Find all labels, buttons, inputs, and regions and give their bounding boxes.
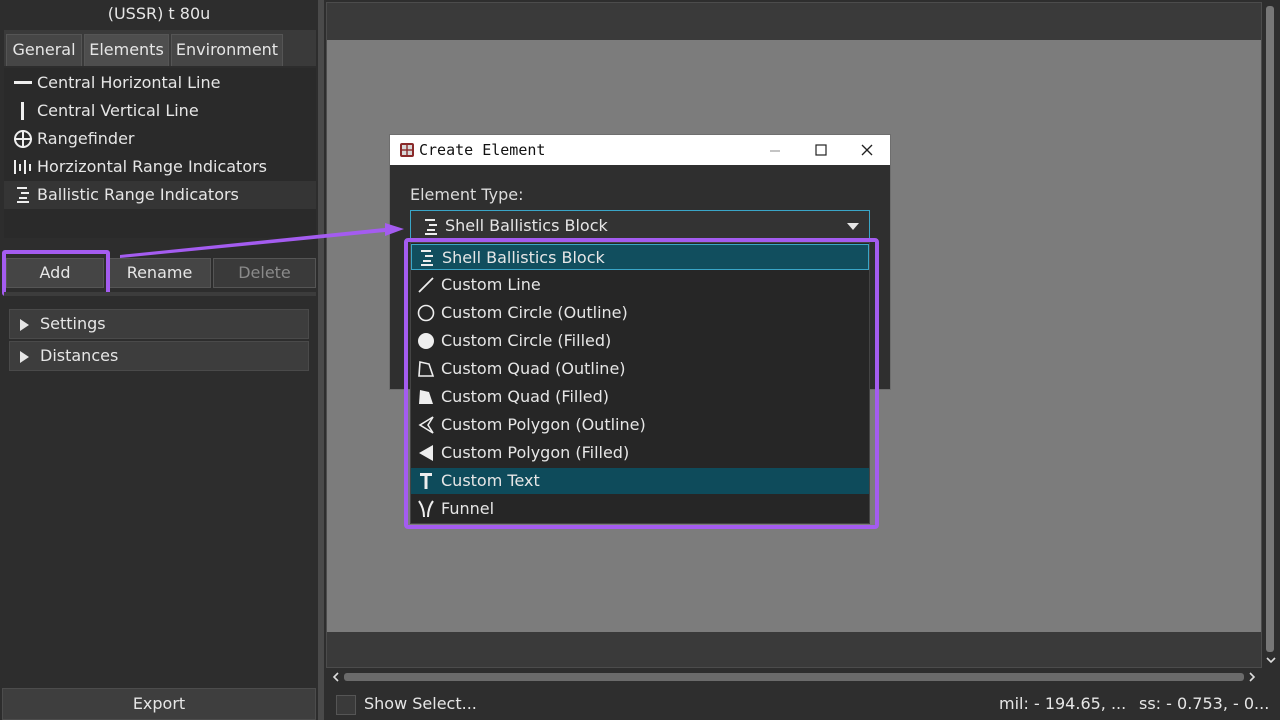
settings-section[interactable]: Settings [9,309,309,339]
horizontal-line-icon [14,81,32,84]
element-item-label: Rangefinder [37,129,135,148]
element-item-label: Central Vertical Line [37,101,199,120]
tab-bar: General Elements Environment [4,30,316,66]
divider [4,292,316,296]
expand-triangle-icon [20,351,29,363]
element-type-value: Shell Ballistics Block [445,216,608,235]
scroll-right-icon[interactable] [1246,671,1258,683]
tab-environment[interactable]: Environment [171,34,283,66]
element-item-horizontal-range-indicators[interactable]: Horzizontal Range Indicators [4,153,316,181]
ballistic-block-icon [425,219,437,235]
delete-button[interactable]: Delete [213,258,316,288]
minimize-icon[interactable] [767,142,783,158]
show-select-label: Show Select... [364,694,477,713]
element-type-label: Element Type: [410,185,524,204]
dropdown-highlight [404,238,879,529]
left-panel: (USSR) t 80u General Elements Environmen… [0,0,318,720]
tab-elements[interactable]: Elements [84,34,169,66]
vertical-scrollbar[interactable] [1262,2,1280,668]
ballistic-block-icon [17,187,29,203]
element-item-label: Ballistic Range Indicators [37,185,239,204]
add-button-highlight [2,250,110,296]
app-icon [400,143,414,157]
status-bar: Show Select... mil: - 194.65, ... ss: - … [324,688,1280,720]
scroll-left-icon[interactable] [330,671,342,683]
scroll-down-icon[interactable] [1265,654,1277,666]
range-ticks-icon [14,160,31,174]
expand-triangle-icon [20,319,29,331]
show-select-checkbox[interactable] [336,695,356,715]
ss-readout: ss: - 0.753, - 0... [1139,694,1270,713]
close-icon[interactable] [859,142,875,158]
dialog-titlebar[interactable]: Create Element [390,135,890,165]
scrollbar-thumb[interactable] [344,673,1244,681]
maximize-icon[interactable] [813,142,829,158]
scrollbar-thumb[interactable] [1266,6,1274,652]
distances-section[interactable]: Distances [9,341,309,371]
chevron-down-icon[interactable] [847,223,859,230]
horizontal-scrollbar[interactable] [326,668,1262,686]
crosshair-circle-icon [14,130,32,148]
mil-readout: mil: - 194.65, ... [999,694,1127,713]
element-item-label: Central Horizontal Line [37,73,221,92]
element-list: Central Horizontal Line Central Vertical… [4,68,316,238]
vertical-line-icon [21,102,24,120]
section-label: Settings [40,314,106,333]
element-item-label: Horzizontal Range Indicators [37,157,268,176]
dialog-title: Create Element [419,141,546,159]
export-button[interactable]: Export [2,688,316,720]
rename-button[interactable]: Rename [108,258,211,288]
window-title: (USSR) t 80u [107,4,211,23]
element-item-central-vertical-line[interactable]: Central Vertical Line [4,97,316,125]
section-label: Distances [40,346,119,365]
tab-general[interactable]: General [6,34,82,66]
element-item-ballistic-range-indicators[interactable]: Ballistic Range Indicators [4,181,316,209]
element-item-central-horizontal-line[interactable]: Central Horizontal Line [4,69,316,97]
element-item-rangefinder[interactable]: Rangefinder [4,125,316,153]
